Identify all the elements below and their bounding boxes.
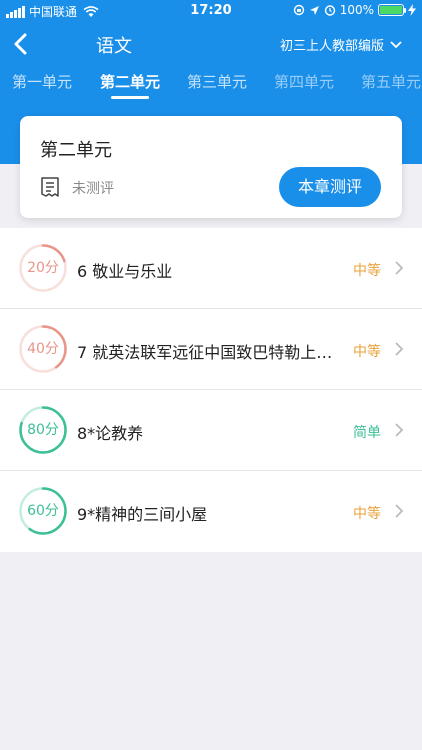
rotation-lock-icon: [293, 4, 304, 16]
score-ring: 20分: [19, 244, 67, 292]
edition-label: 初三上人教部编版: [279, 39, 384, 54]
score-ring: 80分: [19, 406, 67, 454]
report-icon: [41, 177, 59, 197]
tab-unit-3[interactable]: 第三单元: [187, 71, 247, 92]
unit-tabs: 第一单元 第二单元 第三单元 第四单元 第五单元: [0, 66, 422, 99]
chapter-test-button[interactable]: 本章测评: [279, 167, 381, 207]
chevron-right-icon: [395, 342, 404, 356]
alarm-icon: [324, 5, 335, 16]
page-title: 语文: [96, 36, 132, 57]
chevron-right-icon: [395, 504, 404, 518]
difficulty-label: 中等: [353, 263, 381, 279]
score-ring: 60分: [19, 487, 67, 535]
lesson-title: 7 就英法联军远征中国致巴特勒上…: [77, 343, 333, 362]
assessment-status: 未测评: [72, 181, 114, 197]
lesson-title: 9*精神的三间小屋: [77, 505, 208, 524]
score-value: 80分: [27, 422, 59, 438]
lesson-row[interactable]: 80分 8*论教养 简单: [0, 390, 422, 471]
location-icon: [309, 5, 319, 15]
back-icon[interactable]: [8, 30, 36, 58]
lesson-row[interactable]: 20分 6 敬业与乐业 中等: [0, 228, 422, 309]
lesson-title: 6 敬业与乐业: [77, 262, 173, 281]
charging-icon: [408, 4, 416, 16]
chevron-down-icon: [390, 40, 402, 48]
tab-unit-2[interactable]: 第二单元: [100, 71, 160, 92]
lesson-list: 20分 6 敬业与乐业 中等 40分 7 就英法联军远征中国致巴特勒上… 中等 …: [0, 228, 422, 552]
chevron-right-icon: [395, 261, 404, 275]
difficulty-label: 中等: [353, 344, 381, 360]
battery-percent: 100%: [339, 3, 374, 17]
difficulty-label: 简单: [353, 425, 381, 441]
active-tab-indicator: [111, 96, 149, 99]
edition-selector[interactable]: 初三上人教部编版: [280, 35, 402, 54]
battery-icon: [378, 4, 406, 16]
chevron-right-icon: [395, 423, 404, 437]
tab-unit-5[interactable]: 第五单元: [361, 71, 421, 92]
navigation-bar: 语文 初三上人教部编版: [0, 22, 422, 66]
unit-summary-card: 第二单元 未测评 本章测评: [20, 116, 402, 218]
difficulty-label: 中等: [353, 506, 381, 522]
status-bar: 中国联通 17:20 100%: [0, 0, 422, 22]
lesson-title: 8*论教养: [77, 424, 144, 443]
score-value: 60分: [27, 503, 59, 519]
score-ring: 40分: [19, 325, 67, 373]
lesson-row[interactable]: 60分 9*精神的三间小屋 中等: [0, 471, 422, 552]
score-value: 20分: [27, 260, 59, 276]
unit-title: 第二单元: [40, 140, 112, 161]
tab-unit-1[interactable]: 第一单元: [12, 71, 72, 92]
score-value: 40分: [27, 341, 59, 357]
lesson-row[interactable]: 40分 7 就英法联军远征中国致巴特勒上… 中等: [0, 309, 422, 390]
tab-unit-4[interactable]: 第四单元: [274, 71, 334, 92]
